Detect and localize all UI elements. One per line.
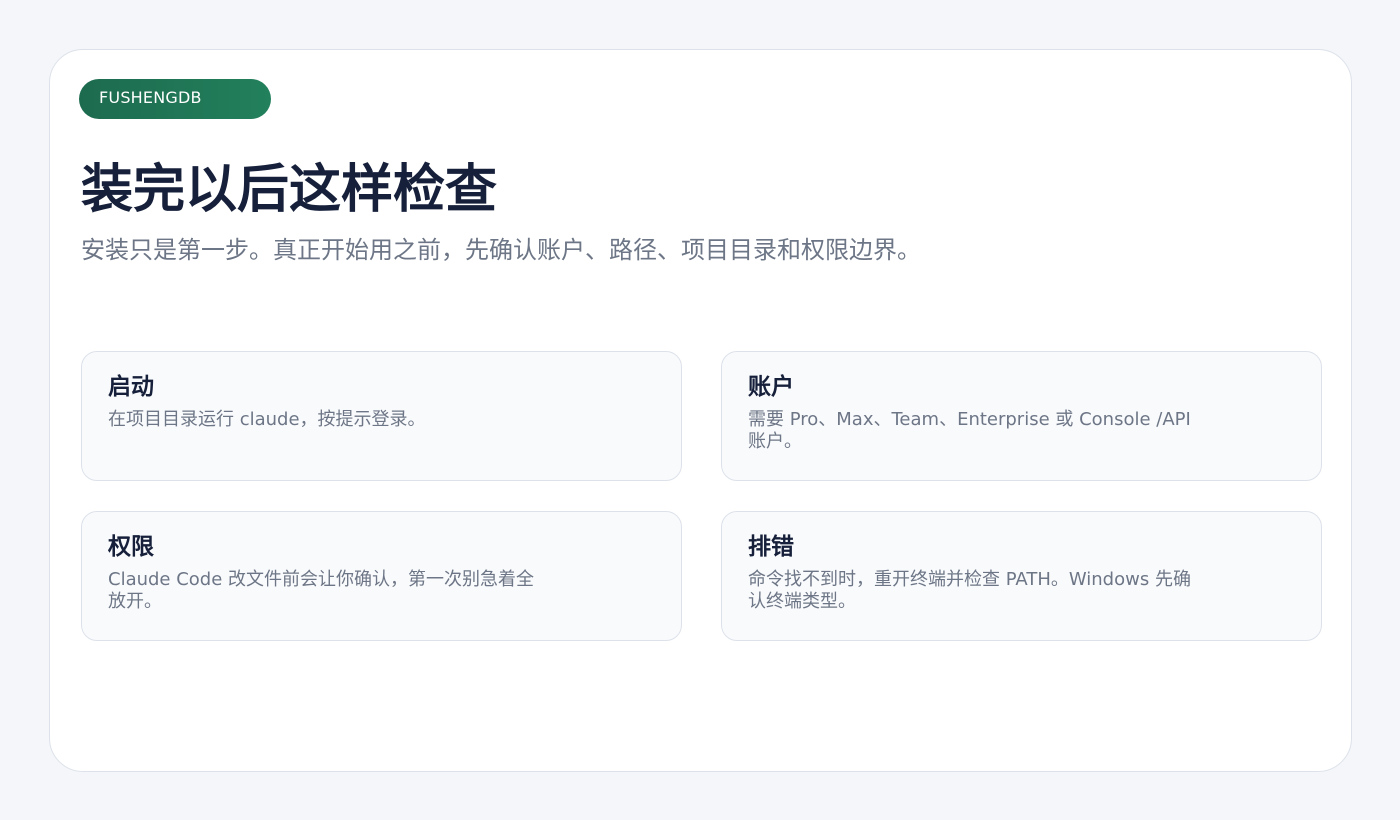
page-subtitle: 安装只是第一步。真正开始用之前，先确认账户、路径、项目目录和权限边界。 [81,236,921,264]
card-permissions: 权限 Claude Code 改文件前会让你确认，第一次别急着全放开。 [81,511,682,641]
card-body: Claude Code 改文件前会让你确认，第一次别急着全放开。 [108,569,535,612]
card-body: 在项目目录运行 claude，按提示登录。 [108,409,426,430]
card-body: 命令找不到时，重开终端并检查 PATH。Windows 先确认终端类型。 [748,569,1191,612]
card-troubleshooting: 排错 命令找不到时，重开终端并检查 PATH。Windows 先确认终端类型。 [721,511,1322,641]
card-title: 启动 [108,374,154,400]
card-body: 需要 Pro、Max、Team、Enterprise 或 Console /AP… [748,409,1191,452]
page-title: 装完以后这样检查 [81,160,498,220]
slide-frame: FUSHENGDB 装完以后这样检查 安装只是第一步。真正开始用之前，先确认账户… [49,49,1352,772]
card-title: 账户 [748,374,794,400]
card-title: 排错 [748,534,794,560]
card-account: 账户 需要 Pro、Max、Team、Enterprise 或 Console … [721,351,1322,481]
card-title: 权限 [108,534,154,560]
brand-badge: FUSHENGDB [79,79,271,119]
card-startup: 启动 在项目目录运行 claude，按提示登录。 [81,351,682,481]
